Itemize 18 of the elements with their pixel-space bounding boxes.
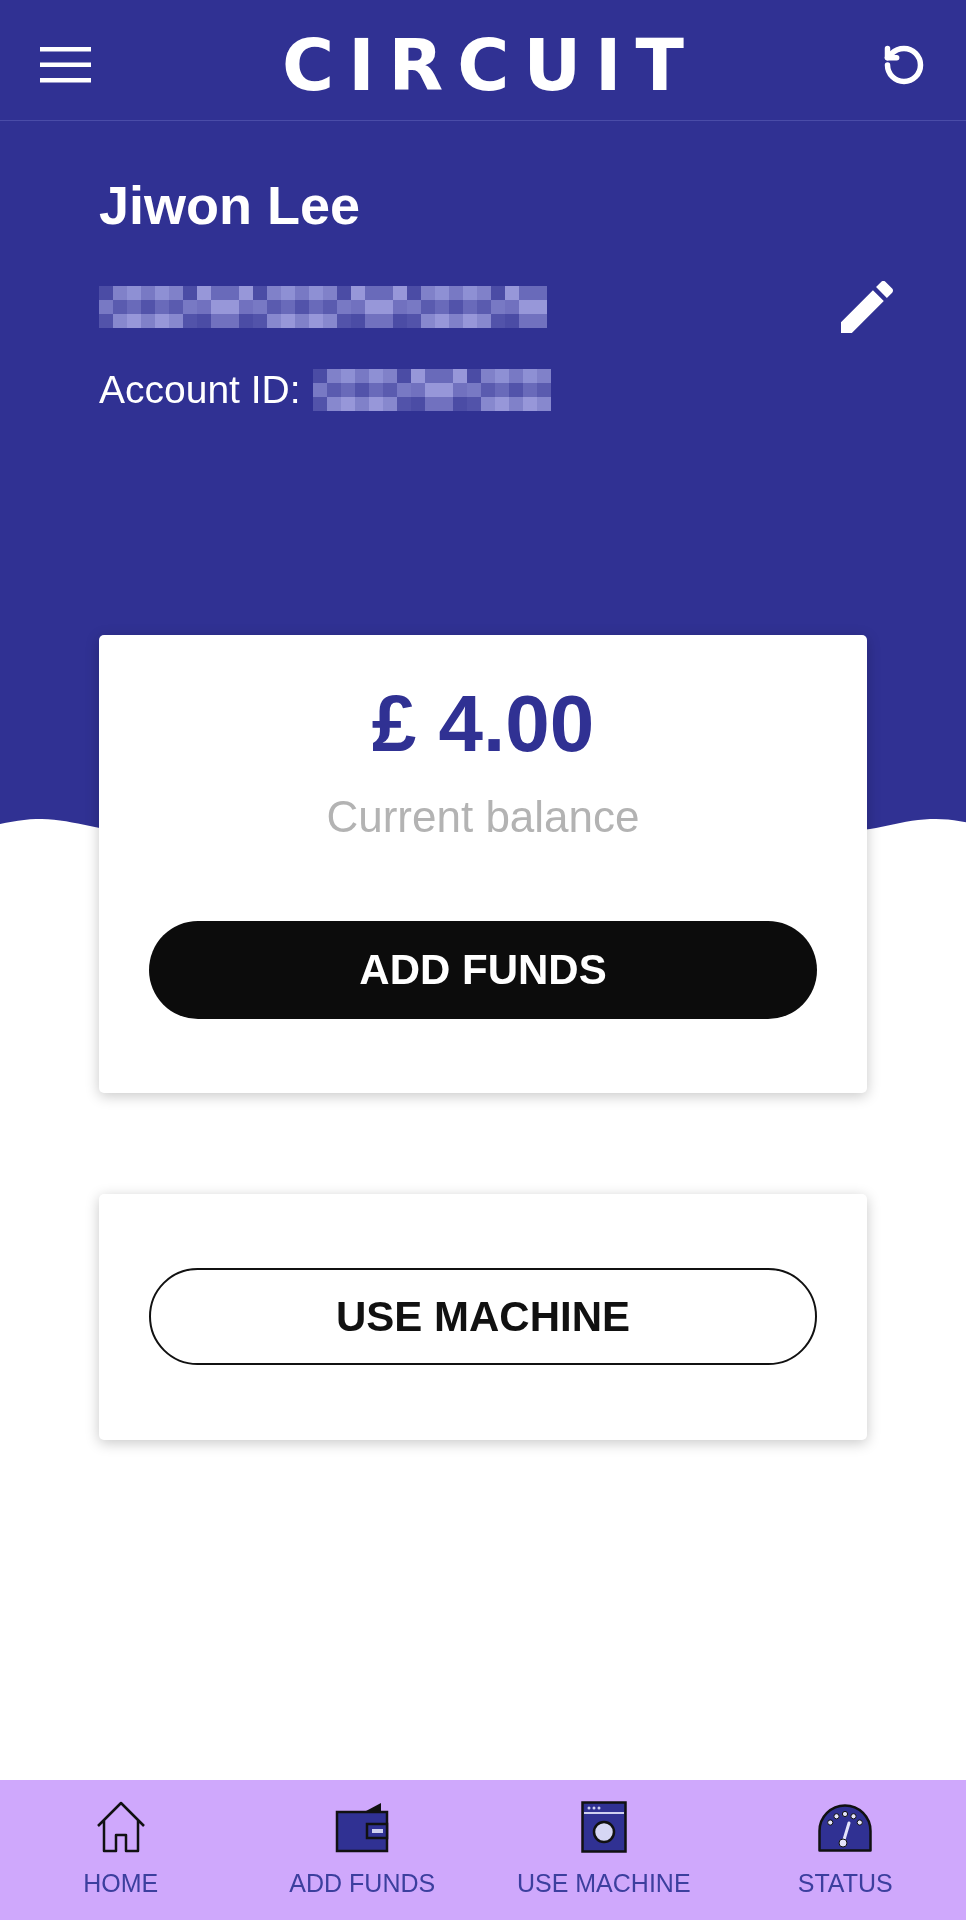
use-machine-button[interactable]: USE MACHINE	[149, 1267, 817, 1365]
menu-icon[interactable]	[40, 47, 91, 83]
add-funds-button[interactable]: ADD FUNDS	[149, 920, 817, 1019]
refresh-icon[interactable]	[882, 43, 926, 87]
nav-tab[interactable]: STATUS	[797, 1801, 893, 1898]
nav-tab[interactable]: HOME	[83, 1801, 159, 1898]
balance-amount: £ 4.00	[371, 684, 595, 764]
gauge-icon	[817, 1803, 874, 1853]
balance-caption: Current balance	[326, 791, 640, 843]
wallet-icon	[335, 1801, 390, 1853]
nav-tab[interactable]: ADD FUNDS	[289, 1801, 436, 1898]
account-id-label: Account ID:	[99, 367, 301, 414]
house-icon	[95, 1801, 146, 1853]
user-name: Jiwon Lee	[99, 174, 361, 237]
app-logo: CIRCUIT	[282, 29, 698, 101]
washing-machine-icon	[580, 1801, 627, 1853]
pencil-icon[interactable]	[841, 281, 893, 334]
nav-tab[interactable]: USE MACHINE	[516, 1801, 691, 1898]
